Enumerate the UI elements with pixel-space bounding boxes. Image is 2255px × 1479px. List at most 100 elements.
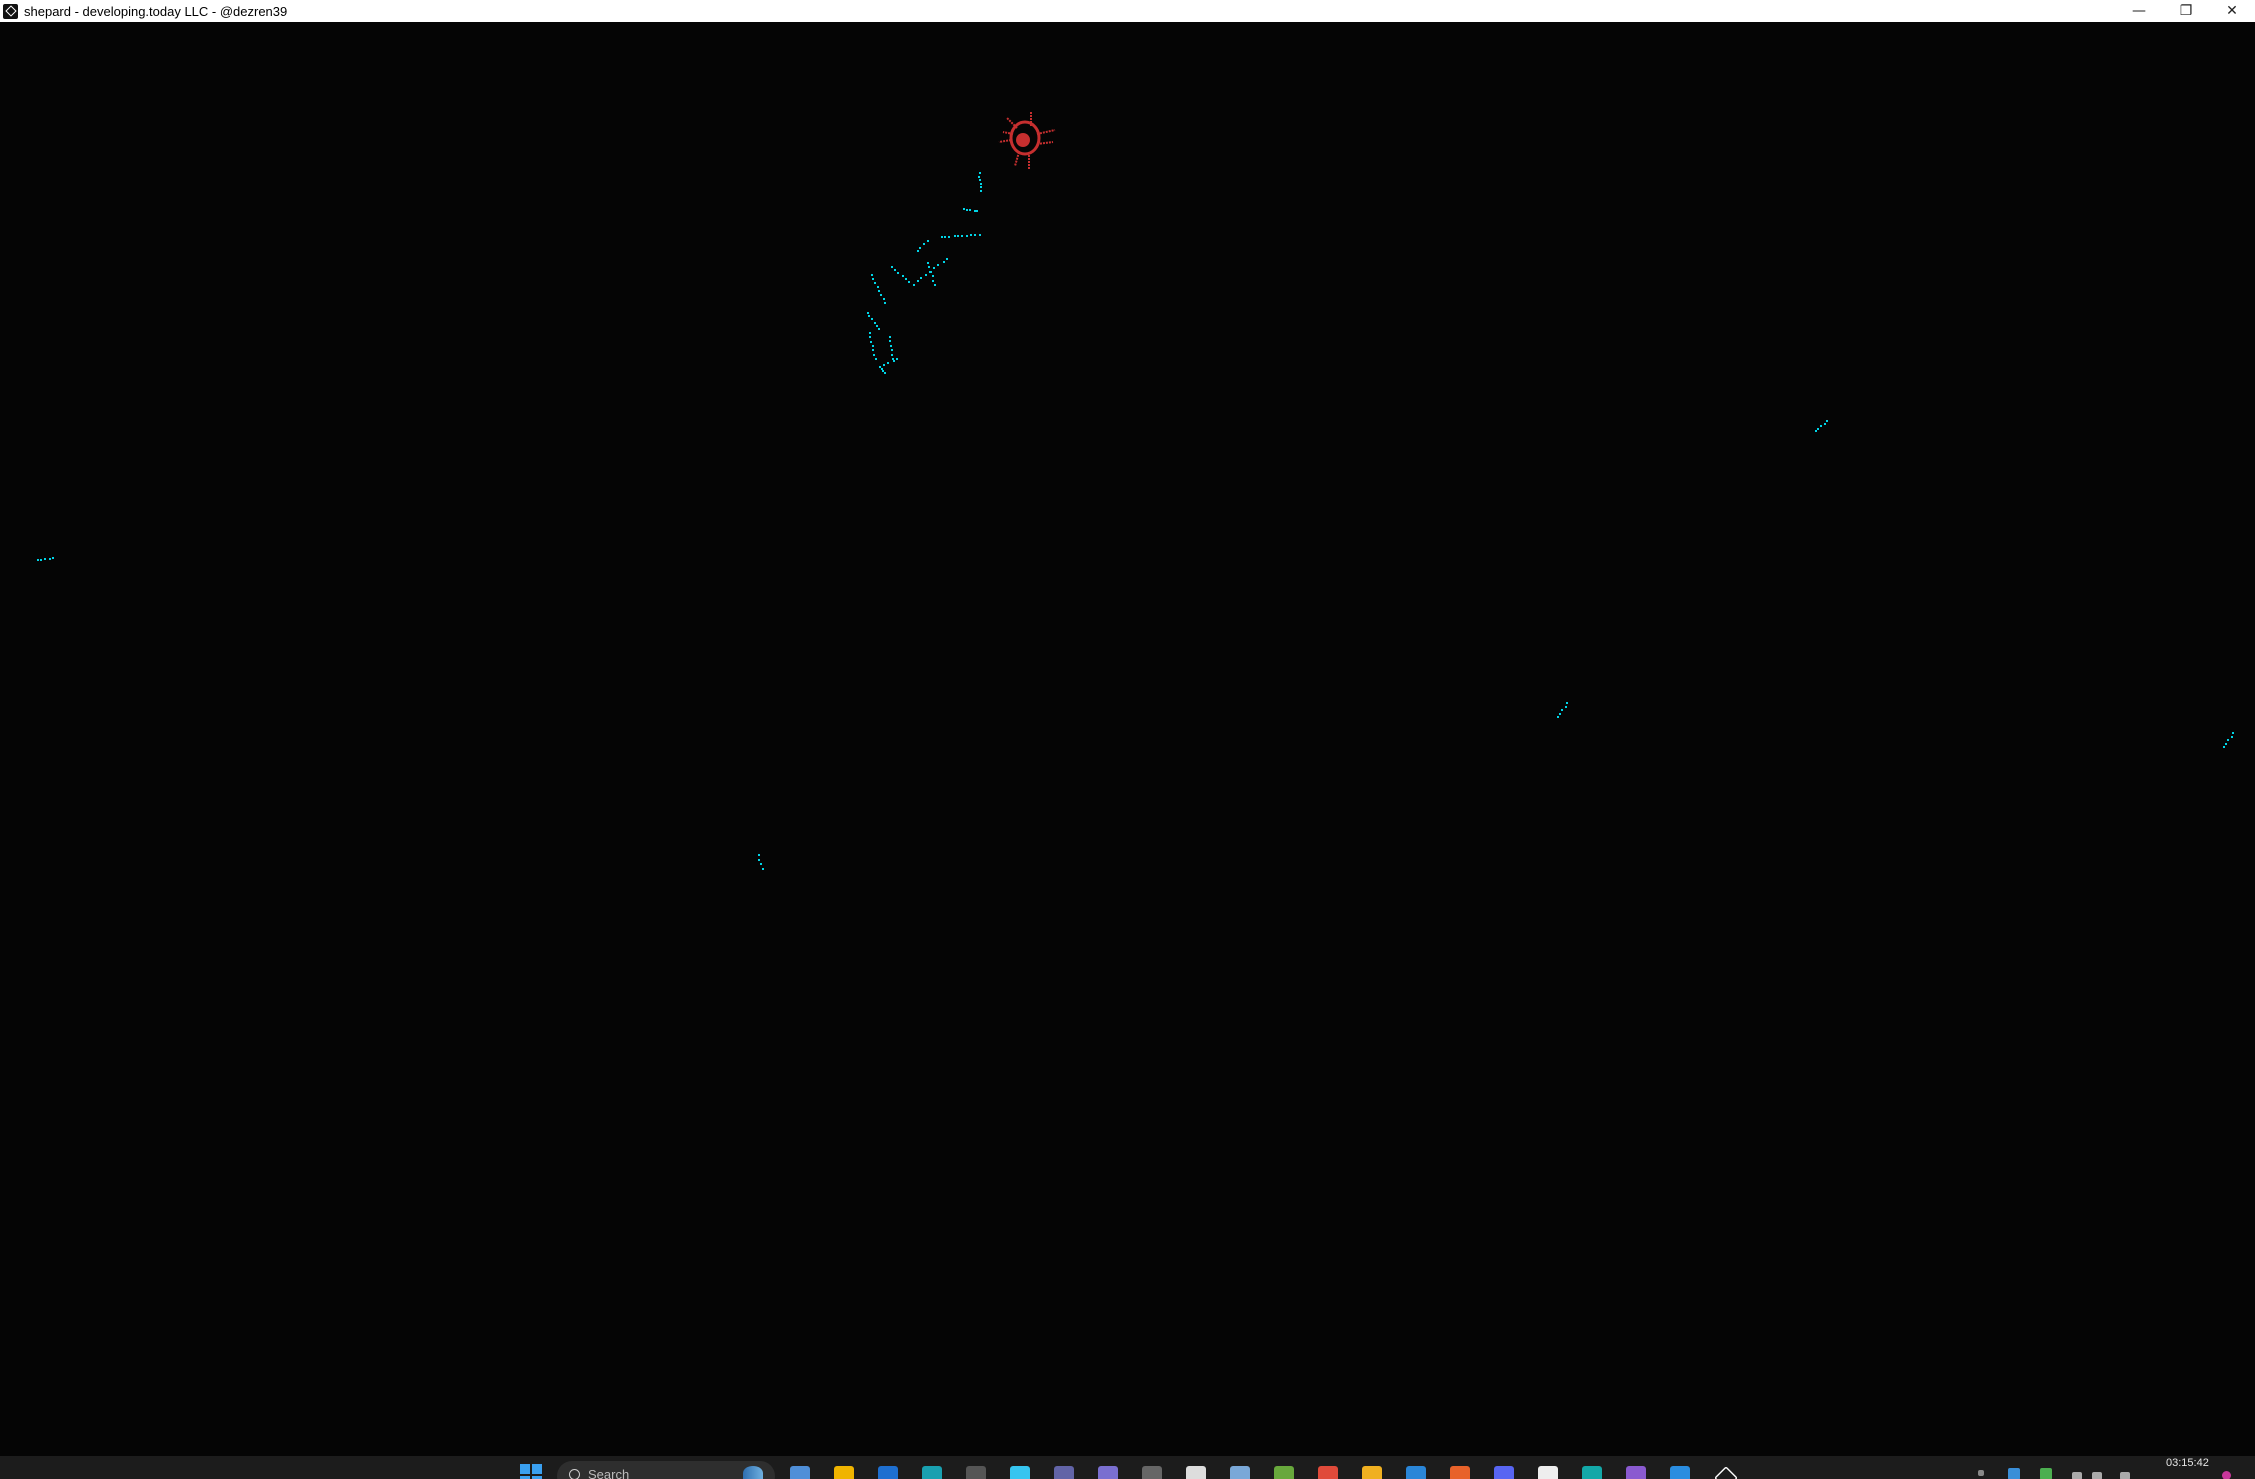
trail-dot [927, 262, 929, 264]
search-icon [569, 1469, 580, 1479]
trail-dot [944, 236, 946, 238]
trail-dot [954, 235, 956, 237]
trail-dot [943, 261, 945, 263]
notification-icon[interactable] [2222, 1471, 2231, 1479]
trail-dot [873, 354, 875, 356]
trail-dot [758, 859, 760, 861]
trail-dot [980, 186, 982, 188]
shepard-app-icon [3, 3, 18, 19]
trail-dot [1815, 430, 1817, 432]
visual-studio-icon[interactable] [1626, 1466, 1646, 1479]
terminal-icon[interactable] [966, 1466, 986, 1479]
tray-app-icon[interactable] [2008, 1468, 2020, 1479]
trail-dot [884, 372, 886, 374]
game-canvas[interactable] [0, 22, 2255, 1456]
trail-dot [976, 210, 978, 212]
trail-dot [872, 349, 874, 351]
trail-dot [868, 315, 870, 317]
search-box[interactable]: Search [557, 1461, 775, 1479]
app-purple-icon[interactable] [1054, 1466, 1074, 1479]
trail-dot [905, 278, 907, 280]
trail-dot [979, 179, 981, 181]
trail-dot [2225, 743, 2227, 745]
creature [998, 112, 1056, 170]
vscode-icon[interactable] [1670, 1466, 1690, 1479]
trail-dot [869, 332, 871, 334]
firefox-icon[interactable] [1450, 1466, 1470, 1479]
search-placeholder: Search [588, 1467, 630, 1479]
file-explorer-icon[interactable] [834, 1466, 854, 1479]
notepad-icon[interactable] [1186, 1466, 1206, 1479]
trail-dot [37, 559, 39, 561]
trail-dot [937, 264, 939, 266]
shepard-active-icon[interactable] [1714, 1466, 1738, 1479]
mail-icon[interactable] [878, 1466, 898, 1479]
shepard-app-icon[interactable] [1582, 1466, 1602, 1479]
trail-dot [919, 247, 921, 249]
close-button[interactable]: ✕ [2209, 0, 2255, 22]
trail-dot [762, 868, 764, 870]
trail-dot [902, 275, 904, 277]
trail-dot [980, 183, 982, 185]
tools-icon[interactable] [1230, 1466, 1250, 1479]
trail-dot [2231, 736, 2233, 738]
trail-dot [966, 235, 968, 237]
clock-time[interactable]: 03:15:42 [2166, 1457, 2209, 1469]
trail-dot [1561, 709, 1563, 711]
twitch-icon[interactable] [1538, 1466, 1558, 1479]
trail-dot [52, 557, 54, 559]
trail-dot [974, 210, 976, 212]
trail-dot [2232, 732, 2234, 734]
app-window: shepard - developing.today LLC - @dezren… [0, 0, 2255, 1479]
trail-dot [892, 358, 894, 360]
trail-dot [1824, 423, 1826, 425]
trail-dot [978, 176, 980, 178]
wifi-icon[interactable] [2072, 1472, 2082, 1479]
trail-dot [891, 266, 893, 268]
trail-dot [1817, 428, 1819, 430]
trail-dot [876, 325, 878, 327]
simulation-scene [37, 112, 2234, 870]
tray-green-icon[interactable] [2040, 1468, 2052, 1479]
trail-dot [941, 236, 943, 238]
store-icon[interactable] [1406, 1466, 1426, 1479]
title-bar[interactable]: shepard - developing.today LLC - @dezren… [0, 0, 2255, 22]
edge-icon[interactable] [922, 1466, 942, 1479]
trail-dot [920, 277, 922, 279]
trail-dot [917, 250, 919, 252]
trail-dot [969, 209, 971, 211]
creature-leg [998, 139, 1012, 143]
github-icon[interactable] [1142, 1466, 1162, 1479]
trail-dot [970, 234, 972, 236]
trail-dot [927, 240, 929, 242]
minimize-button[interactable]: — [2116, 0, 2162, 22]
play-icon[interactable] [1274, 1466, 1294, 1479]
discord-icon[interactable] [1494, 1466, 1514, 1479]
trail-dot [889, 340, 891, 342]
trail-dot [1557, 716, 1559, 718]
trail-dot [934, 284, 936, 286]
slack-icon[interactable] [1010, 1466, 1030, 1479]
tray-chevron-icon[interactable] [1978, 1470, 1984, 1476]
trail-dot [1559, 713, 1561, 715]
trail-dot [40, 559, 42, 561]
trail-dot [2227, 739, 2229, 741]
trail-dot [874, 282, 876, 284]
chrome-icon[interactable] [1318, 1466, 1338, 1479]
trail-dot [878, 290, 880, 292]
trail-dot [871, 274, 873, 276]
trail-dot [1826, 420, 1828, 422]
trail-dot [875, 358, 877, 360]
app-circle-icon[interactable] [1098, 1466, 1118, 1479]
volume-icon[interactable] [2092, 1472, 2102, 1479]
start-button[interactable] [520, 1464, 542, 1479]
chrome-canary-icon[interactable] [1362, 1466, 1382, 1479]
trail-dot [979, 234, 981, 236]
trail-dot [758, 854, 760, 856]
battery-icon[interactable] [2120, 1472, 2130, 1479]
trail-dot [879, 366, 881, 368]
trail-dot [963, 208, 965, 210]
copilot-icon[interactable] [790, 1466, 810, 1479]
maximize-button[interactable]: ❐ [2163, 0, 2209, 22]
trail-dot [49, 558, 51, 560]
